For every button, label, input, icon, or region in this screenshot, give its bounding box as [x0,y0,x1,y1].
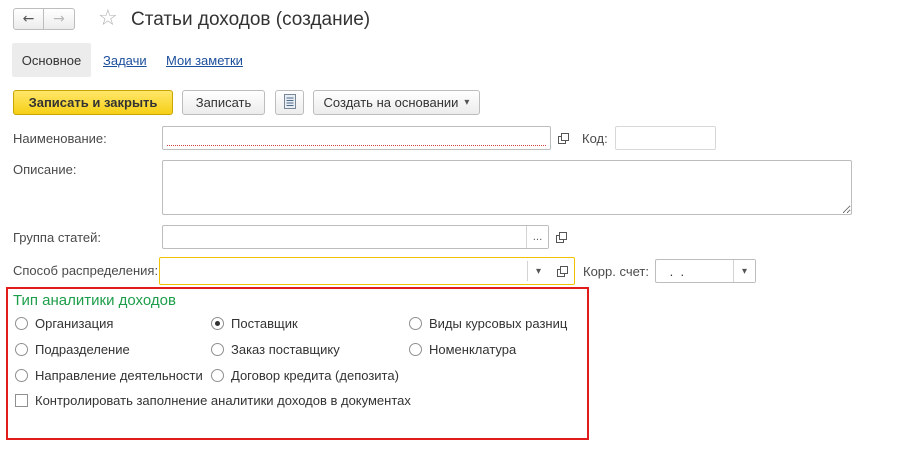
radio-supplier-order[interactable] [211,343,224,356]
page-title: Статьи доходов (создание) [131,9,371,30]
tab-main-label: Основное [21,52,82,68]
analytics-group-title: Тип аналитики доходов [13,292,176,309]
dropdown-button[interactable]: ▾ [733,260,755,282]
code-label: Код: [582,131,608,146]
chevron-down-icon: ▾ [464,97,470,108]
description-textarea[interactable] [163,161,851,214]
arrow-left-icon: ← [22,11,35,27]
tab-main[interactable]: Основное [12,43,91,77]
distribution-method-field[interactable]: ▾ [159,257,575,285]
description-label: Описание: [13,162,77,177]
radio-loan-contract[interactable] [211,369,224,382]
radio-activity-direction[interactable] [15,369,28,382]
radio-exchange-differences-label[interactable]: Виды курсовых разниц [429,316,567,332]
back-button[interactable]: ← [13,8,44,30]
radio-supplier[interactable] [211,317,224,330]
radio-organization[interactable] [15,317,28,330]
distribution-method-label: Способ распределения: [13,263,159,278]
radio-department-label[interactable]: Подразделение [35,342,130,358]
corr-account-field[interactable]: ▾ [655,259,756,283]
arrow-right-icon: → [53,11,65,27]
select-ellipsis-button[interactable]: ... [526,226,548,248]
radio-nomenclature-label[interactable]: Номенклатура [429,342,516,358]
save-label: Записать [195,95,252,110]
article-group-label: Группа статей: [13,230,101,245]
name-label: Наименование: [13,131,107,146]
corr-account-input[interactable] [656,260,734,282]
corr-account-label: Корр. счет: [583,264,649,279]
open-in-window-icon[interactable] [554,129,572,147]
article-group-input[interactable] [163,226,523,248]
article-group-field[interactable]: ... [162,225,549,249]
radio-activity-direction-label[interactable]: Направление деятельности [35,368,203,384]
dropdown-button[interactable]: ▾ [527,261,549,281]
radio-supplier-label[interactable]: Поставщик [231,316,298,332]
document-list-icon [283,93,296,112]
create-based-on-label: Создать на основании [323,95,459,110]
radio-exchange-differences[interactable] [409,317,422,330]
control-analytics-checkbox[interactable] [15,394,28,407]
save-and-close-button[interactable]: Записать и закрыть [13,90,173,115]
open-in-window-icon[interactable] [552,228,570,246]
favorite-star-icon[interactable]: ☆ [98,5,118,33]
radio-loan-contract-label[interactable]: Договор кредита (депозита) [231,368,399,384]
required-underline [167,145,546,146]
control-analytics-checkbox-label[interactable]: Контролировать заполнение аналитики дохо… [35,393,411,409]
radio-supplier-order-label[interactable]: Заказ поставщику [231,342,340,358]
radio-organization-label[interactable]: Организация [35,316,113,332]
forward-button[interactable]: → [44,8,75,30]
radio-nomenclature[interactable] [409,343,422,356]
open-in-window-icon[interactable] [553,262,571,280]
description-field[interactable] [162,160,852,215]
radio-department[interactable] [15,343,28,356]
distribution-method-input[interactable] [160,258,525,284]
tab-my-notes[interactable]: Мои заметки [166,53,243,69]
name-field[interactable] [162,126,551,150]
report-button[interactable] [275,90,304,115]
create-based-on-button[interactable]: Создать на основании ▾ [313,90,480,115]
tab-tasks[interactable]: Задачи [103,53,147,69]
code-input[interactable] [616,127,715,149]
save-and-close-label: Записать и закрыть [28,95,158,110]
save-button[interactable]: Записать [182,90,265,115]
code-field[interactable] [615,126,716,150]
chevron-down-icon: ▾ [535,265,542,277]
chevron-down-icon: ▾ [741,265,748,277]
